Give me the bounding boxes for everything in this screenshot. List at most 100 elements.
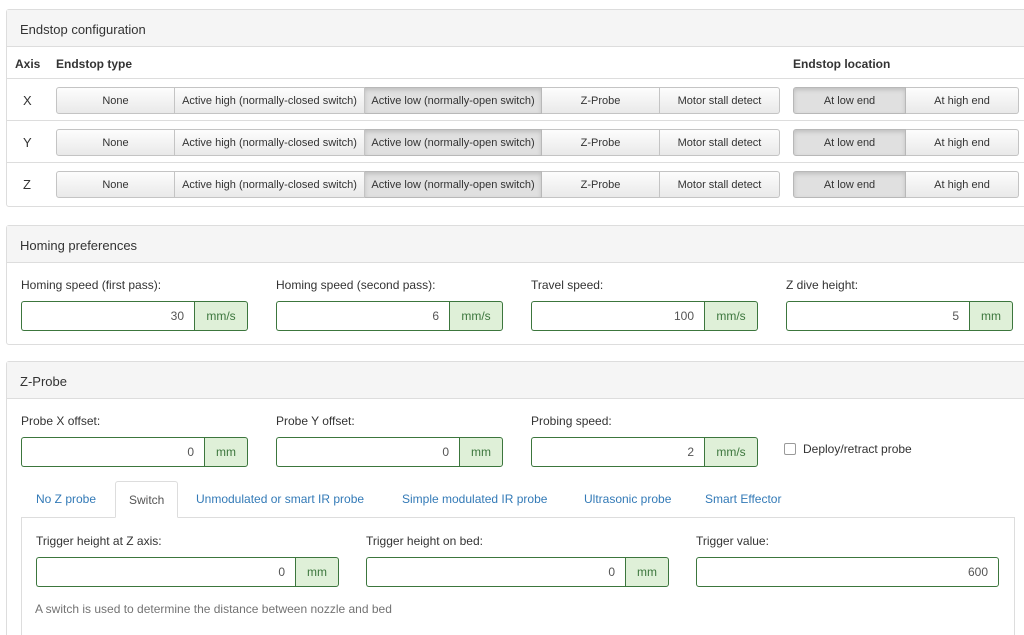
col-endstop-location: Endstop location (793, 57, 891, 71)
homing-field-3: Z dive height: 5 mm (786, 278, 1013, 331)
endstop-type-button[interactable]: Z-Probe (542, 171, 660, 198)
trigger-value-input[interactable]: 600 (696, 557, 999, 587)
switch-tab-content: Trigger height at Z axis: 0 mm Trigger h… (21, 517, 1015, 635)
probe-field-1: Probe Y offset: 0 mm (276, 414, 503, 467)
endstop-row-x: X None Active high (normally-closed switch… (7, 79, 1024, 121)
deploy-retract-label: Deploy/retract probe (803, 442, 912, 456)
endstop-type-button[interactable]: Active high (normally-closed switch) (175, 171, 365, 198)
trigger-height-z-label: Trigger height at Z axis: (36, 534, 162, 548)
endstop-type-button[interactable]: Motor stall detect (660, 129, 780, 156)
homing-field-0: Homing speed (first pass): 30 mm/s (21, 278, 248, 331)
homing-field-2: Travel speed: 100 mm/s (531, 278, 758, 331)
trigger-height-z-unit: mm (295, 557, 339, 587)
homing-input[interactable]: 6 (276, 301, 449, 331)
homing-unit: mm/s (704, 301, 758, 331)
homing-label: Travel speed: (531, 278, 604, 292)
endstop-location-button[interactable]: At low end (793, 87, 906, 114)
trigger-height-bed-field: Trigger height on bed: 0 mm (366, 534, 669, 587)
endstop-location-group: At low end At high end (793, 171, 1019, 198)
tab-switch[interactable]: Switch (115, 481, 179, 518)
endstop-type-button[interactable]: None (56, 171, 175, 198)
endstop-location-button[interactable]: At low end (793, 171, 906, 198)
endstop-location-button[interactable]: At high end (906, 129, 1019, 156)
endstop-type-button[interactable]: Motor stall detect (660, 171, 780, 198)
endstop-type-button[interactable]: None (56, 129, 175, 156)
trigger-value-label: Trigger value: (696, 534, 769, 548)
axis-label: Y (23, 135, 32, 150)
probe-unit: mm (459, 437, 503, 467)
homing-unit: mm/s (449, 301, 503, 331)
homing-input-group: 5 mm (786, 301, 1013, 331)
homing-label: Z dive height: (786, 278, 859, 292)
endstop-type-button[interactable]: Active high (normally-closed switch) (175, 87, 365, 114)
probe-unit: mm (204, 437, 248, 467)
endstop-type-group: None Active high (normally-closed switch)… (56, 129, 780, 156)
probe-input[interactable]: 0 (21, 437, 204, 467)
probe-label: Probe X offset: (21, 414, 101, 428)
endstop-heading: Endstop configuration (7, 10, 1024, 47)
trigger-height-z-field: Trigger height at Z axis: 0 mm (36, 534, 339, 587)
homing-input[interactable]: 100 (531, 301, 704, 331)
endstop-location-button[interactable]: At low end (793, 129, 906, 156)
homing-panel: Homing preferences Homing speed (first p… (6, 225, 1024, 345)
col-axis: Axis (15, 57, 41, 71)
endstop-row-z: Z None Active high (normally-closed switch… (7, 163, 1024, 205)
trigger-height-bed-label: Trigger height on bed: (366, 534, 483, 548)
endstop-type-button[interactable]: Active low (normally-open switch) (365, 87, 542, 114)
homing-label: Homing speed (second pass): (276, 278, 436, 292)
homing-label: Homing speed (first pass): (21, 278, 162, 292)
deploy-retract-checkbox[interactable]: Deploy/retract probe (784, 442, 912, 456)
endstop-location-group: At low end At high end (793, 129, 1019, 156)
endstop-type-button[interactable]: Active low (normally-open switch) (365, 171, 542, 198)
probe-type-tabs: No Z probe Switch Unmodulated or smart IR … (21, 481, 1024, 518)
switch-help-text: A switch is used to determine the distan… (35, 602, 392, 616)
endstop-type-button[interactable]: Active low (normally-open switch) (365, 129, 542, 156)
homing-unit: mm (969, 301, 1013, 331)
endstop-row-y: Y None Active high (normally-closed switch… (7, 121, 1024, 163)
homing-input-group: 30 mm/s (21, 301, 248, 331)
endstop-type-group: None Active high (normally-closed switch)… (56, 171, 780, 198)
homing-input-group: 6 mm/s (276, 301, 503, 331)
zprobe-heading: Z-Probe (7, 362, 1024, 399)
tab-simple-modulated-ir-probe[interactable]: Simple modulated IR probe (402, 481, 547, 518)
endstop-location-button[interactable]: At high end (906, 87, 1019, 114)
probe-input-group: 0 mm (276, 437, 503, 467)
endstop-table-header: Axis Endstop type Endstop location (7, 47, 1024, 79)
trigger-height-bed-unit: mm (625, 557, 669, 587)
homing-input-group: 100 mm/s (531, 301, 758, 331)
endstop-location-group: At low end At high end (793, 87, 1019, 114)
trigger-height-bed-input[interactable]: 0 (366, 557, 625, 587)
tab-unmodulated-or-smart-ir-probe[interactable]: Unmodulated or smart IR probe (196, 481, 364, 518)
tab-no-z-probe[interactable]: No Z probe (36, 481, 96, 518)
probe-field-0: Probe X offset: 0 mm (21, 414, 248, 467)
homing-unit: mm/s (194, 301, 248, 331)
endstop-type-group: None Active high (normally-closed switch)… (56, 87, 780, 114)
tab-ultrasonic-probe[interactable]: Ultrasonic probe (584, 481, 671, 518)
tab-smart-effector[interactable]: Smart Effector (705, 481, 781, 518)
endstop-type-button[interactable]: Active high (normally-closed switch) (175, 129, 365, 156)
homing-field-1: Homing speed (second pass): 6 mm/s (276, 278, 503, 331)
col-endstop-type: Endstop type (56, 57, 133, 71)
endstop-type-button[interactable]: Z-Probe (542, 87, 660, 114)
endstop-location-button[interactable]: At high end (906, 171, 1019, 198)
zprobe-panel: Z-Probe Probe X offset: 0 mm Probe Y offset… (6, 361, 1024, 635)
axis-label: X (23, 93, 32, 108)
trigger-height-z-input[interactable]: 0 (36, 557, 295, 587)
trigger-value-field: Trigger value: 600 (696, 534, 999, 587)
homing-input[interactable]: 5 (786, 301, 969, 331)
endstop-type-button[interactable]: Z-Probe (542, 129, 660, 156)
probe-unit: mm/s (704, 437, 758, 467)
probe-input[interactable]: 0 (276, 437, 459, 467)
probe-input[interactable]: 2 (531, 437, 704, 467)
homing-heading: Homing preferences (7, 226, 1024, 263)
checkbox-box[interactable] (784, 443, 796, 455)
probe-label: Probing speed: (531, 414, 612, 428)
homing-input[interactable]: 30 (21, 301, 194, 331)
probe-input-group: 0 mm (21, 437, 248, 467)
endstop-type-button[interactable]: None (56, 87, 175, 114)
endstop-type-button[interactable]: Motor stall detect (660, 87, 780, 114)
probe-field-2: Probing speed: 2 mm/s (531, 414, 758, 467)
probe-label: Probe Y offset: (276, 414, 355, 428)
probe-input-group: 2 mm/s (531, 437, 758, 467)
endstop-panel: Endstop configuration Axis Endstop type … (6, 9, 1024, 207)
